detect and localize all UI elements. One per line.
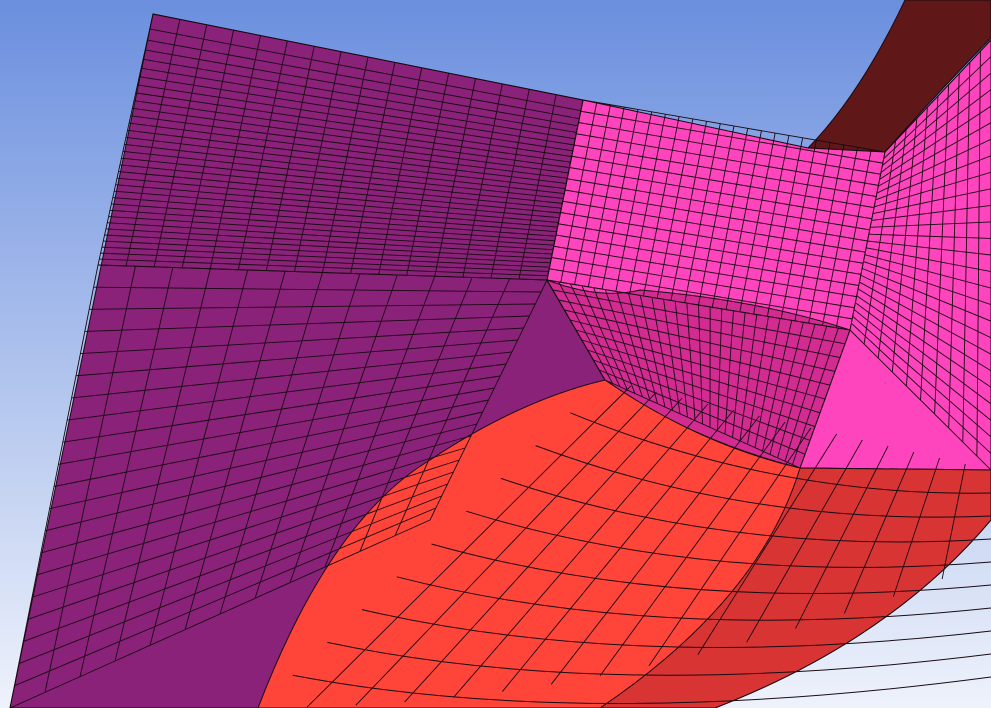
graphics-viewport[interactable] xyxy=(0,0,991,708)
mesh-scene[interactable] xyxy=(0,0,991,708)
